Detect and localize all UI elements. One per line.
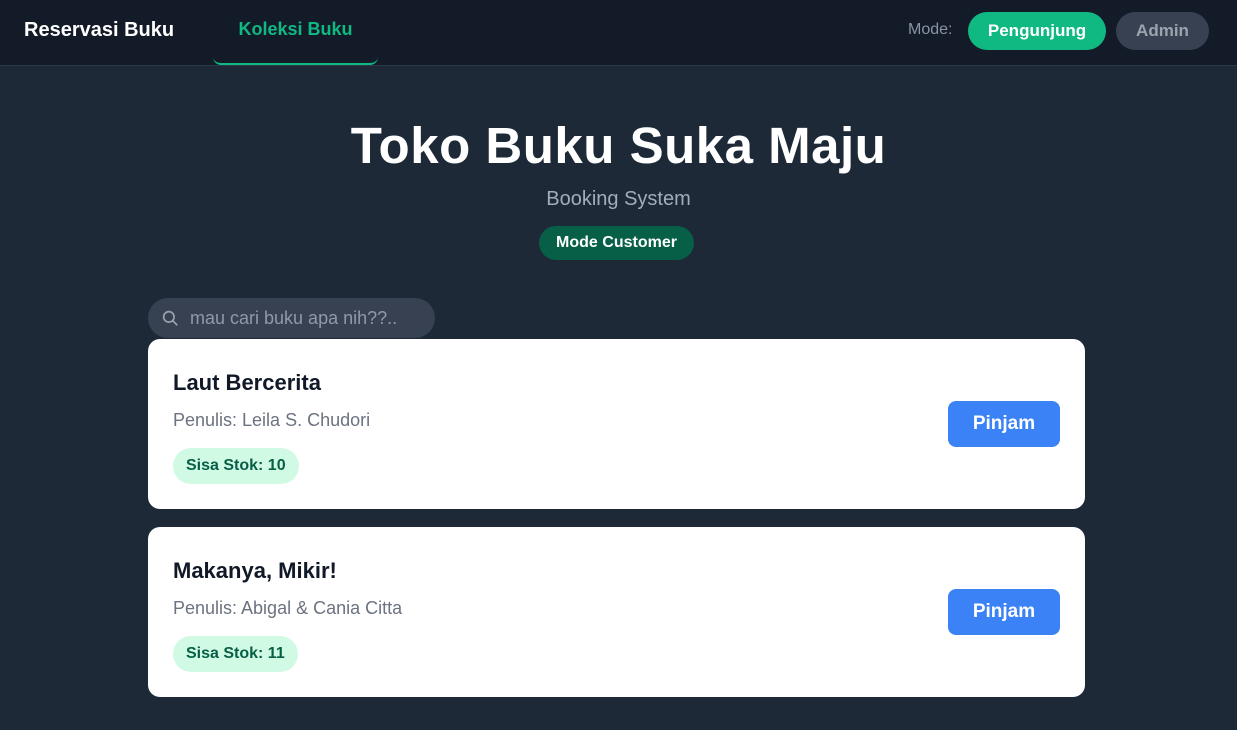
mode-visitor-button[interactable]: Pengunjung — [968, 12, 1106, 50]
top-navbar: Reservasi Buku Koleksi Buku Mode: Pengun… — [0, 0, 1237, 66]
book-author: Penulis: Leila S. Chudori — [173, 410, 371, 430]
book-card: Makanya, Mikir! Penulis: Abigal & Cania … — [148, 527, 1085, 697]
mode-label: Mode: — [908, 21, 953, 38]
search-input[interactable] — [190, 298, 430, 338]
borrow-button[interactable]: Pinjam — [948, 589, 1060, 635]
mode-badge: Mode Customer — [539, 226, 694, 260]
tab-book-collection[interactable]: Koleksi Buku — [213, 0, 378, 65]
search-bar — [148, 298, 435, 338]
page-subtitle: Booking System — [546, 188, 691, 210]
book-card: Laut Bercerita Penulis: Leila S. Chudori… — [148, 339, 1085, 509]
book-title: Laut Bercerita — [173, 370, 321, 395]
stock-badge: Sisa Stok: 11 — [173, 636, 298, 672]
stock-badge: Sisa Stok: 10 — [173, 448, 299, 484]
page-title: Toko Buku Suka Maju — [350, 117, 887, 174]
borrow-button[interactable]: Pinjam — [948, 401, 1060, 447]
brand-title: Reservasi Buku — [24, 19, 175, 41]
mode-admin-button[interactable]: Admin — [1116, 12, 1209, 50]
book-title: Makanya, Mikir! — [173, 558, 337, 583]
book-author: Penulis: Abigal & Cania Citta — [173, 598, 403, 618]
search-icon — [162, 310, 178, 326]
